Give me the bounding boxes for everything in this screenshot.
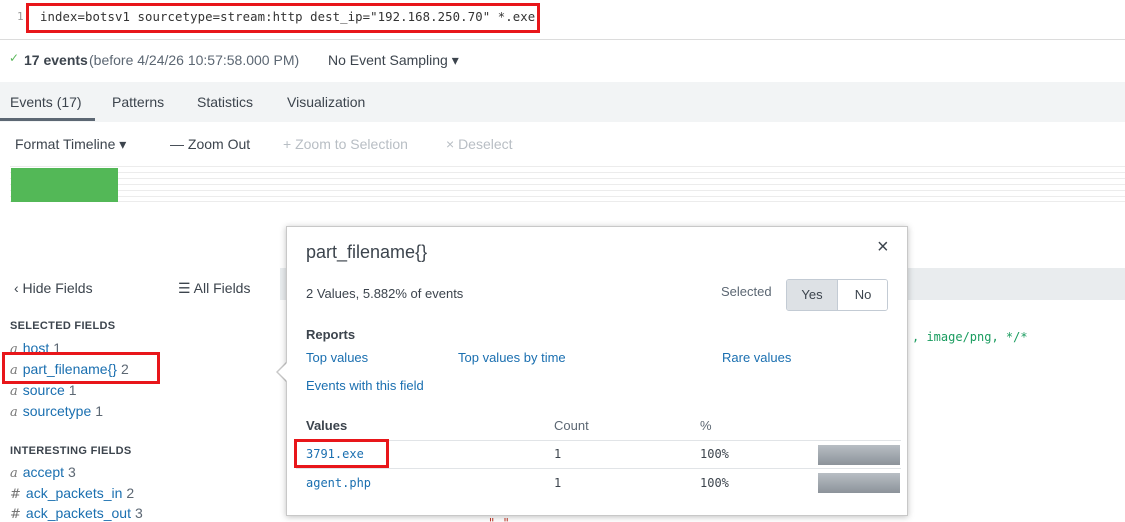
table-divider <box>296 440 901 441</box>
popup-title: part_filename{} <box>306 242 428 262</box>
timeline-gridline <box>10 184 1125 185</box>
selected-toggle: Yes No <box>786 279 888 311</box>
timeline-toolbar <box>0 122 1125 165</box>
field-item-host[interactable]: a host 1 <box>10 340 61 357</box>
selected-fields-heading: SELECTED FIELDS <box>10 320 116 332</box>
field-name: source <box>22 382 65 398</box>
results-tabs <box>0 82 1125 122</box>
field-count: 1 <box>68 382 77 398</box>
check-icon: ✓ <box>9 51 20 65</box>
event-time-range: (before 4/24/26 10:57:58.000 PM) <box>89 52 300 68</box>
tab-statistics[interactable]: Statistics <box>197 94 253 110</box>
popup-arrow-inner <box>278 362 288 382</box>
popup-value-stats: 2 Values, 5.882% of events <box>306 286 464 301</box>
search-line-number: 1 <box>17 10 24 23</box>
timeline-gridline <box>10 172 1125 173</box>
interesting-fields-heading: INTERESTING FIELDS <box>10 445 132 457</box>
deselect-button[interactable]: × Deselect <box>446 136 513 152</box>
field-type-icon: # <box>10 487 21 502</box>
event-text-snippet: , image/png, */* <box>912 330 1028 344</box>
selected-no-button[interactable]: No <box>838 280 887 310</box>
field-name: accept <box>22 464 65 480</box>
tab-events[interactable]: Events (17) <box>10 94 82 110</box>
zoom-out-button[interactable]: — Zoom Out <box>170 136 250 152</box>
value-count: 1 <box>554 447 562 461</box>
timeline-gridline <box>10 196 1125 197</box>
value-percent: 100% <box>700 447 729 461</box>
field-type-icon: a <box>10 342 18 357</box>
field-type-icon: a <box>10 466 18 481</box>
timeline-bar[interactable] <box>11 168 118 202</box>
field-count: 3 <box>68 464 76 480</box>
events-with-field-link[interactable]: Events with this field <box>306 378 424 393</box>
event-count: 17 events <box>24 52 88 68</box>
format-timeline-button[interactable]: Format Timeline ▾ <box>15 136 126 153</box>
field-name: sourcetype <box>22 403 92 419</box>
active-tab-indicator <box>0 118 95 121</box>
field-name: ack_packets_out <box>25 505 131 521</box>
percent-column-header: % <box>700 418 712 433</box>
value-link[interactable]: 3791.exe <box>306 447 364 461</box>
search-query[interactable]: index=botsv1 sourcetype=stream:http dest… <box>40 10 535 24</box>
field-count: 1 <box>53 340 62 356</box>
field-count: 3 <box>134 505 143 521</box>
timeline-gridline <box>10 178 1125 179</box>
field-type-icon: a <box>10 363 18 378</box>
field-name: host <box>22 340 50 356</box>
table-divider <box>296 468 901 469</box>
top-values-by-time-link[interactable]: Top values by time <box>458 350 566 365</box>
field-item-ack-packets-in[interactable]: # ack_packets_in 2 <box>10 485 134 502</box>
rare-values-link[interactable]: Rare values <box>722 350 791 365</box>
field-type-icon: a <box>10 405 18 420</box>
timeline-chart[interactable] <box>10 166 1125 202</box>
event-sampling-dropdown[interactable]: No Event Sampling ▾ <box>328 52 459 69</box>
all-fields-button[interactable]: ☰ All Fields <box>178 280 250 297</box>
value-link[interactable]: agent.php <box>306 476 371 490</box>
reports-heading: Reports <box>306 327 356 342</box>
count-column-header: Count <box>554 418 589 433</box>
field-item-ack-packets-out[interactable]: # ack_packets_out 3 <box>10 505 143 522</box>
tab-visualization[interactable]: Visualization <box>287 94 365 110</box>
field-count: 2 <box>126 485 135 501</box>
timeline-gridline <box>10 166 1125 167</box>
selected-yes-button[interactable]: Yes <box>787 280 838 310</box>
values-column-header: Values <box>306 418 348 433</box>
field-item-source[interactable]: a source 1 <box>10 382 77 399</box>
field-count: 2 <box>120 361 129 377</box>
event-text-snippet-bottom: " " <box>488 516 510 522</box>
timeline-gridline <box>10 201 1125 202</box>
field-type-icon: a <box>10 384 18 399</box>
top-values-link[interactable]: Top values <box>306 350 368 365</box>
value-percent: 100% <box>700 476 729 490</box>
field-summary-popup <box>286 226 908 516</box>
selected-label: Selected <box>721 284 772 299</box>
field-item-sourcetype[interactable]: a sourcetype 1 <box>10 403 103 420</box>
field-item-accept[interactable]: a accept 3 <box>10 464 76 481</box>
zoom-to-selection-button[interactable]: + Zoom to Selection <box>283 136 408 152</box>
hide-fields-button[interactable]: ‹ Hide Fields <box>14 280 93 296</box>
value-percent-bar <box>818 445 900 465</box>
timeline-gridline <box>10 190 1125 191</box>
value-count: 1 <box>554 476 562 490</box>
field-name: ack_packets_in <box>25 485 123 501</box>
tab-patterns[interactable]: Patterns <box>112 94 164 110</box>
field-name: part_filename{} <box>22 361 117 377</box>
field-count: 1 <box>95 403 104 419</box>
close-icon[interactable]: × <box>877 236 889 259</box>
field-type-icon: # <box>10 507 21 522</box>
field-item-part-filename[interactable]: a part_filename{} 2 <box>10 361 129 378</box>
value-percent-bar <box>818 473 900 493</box>
